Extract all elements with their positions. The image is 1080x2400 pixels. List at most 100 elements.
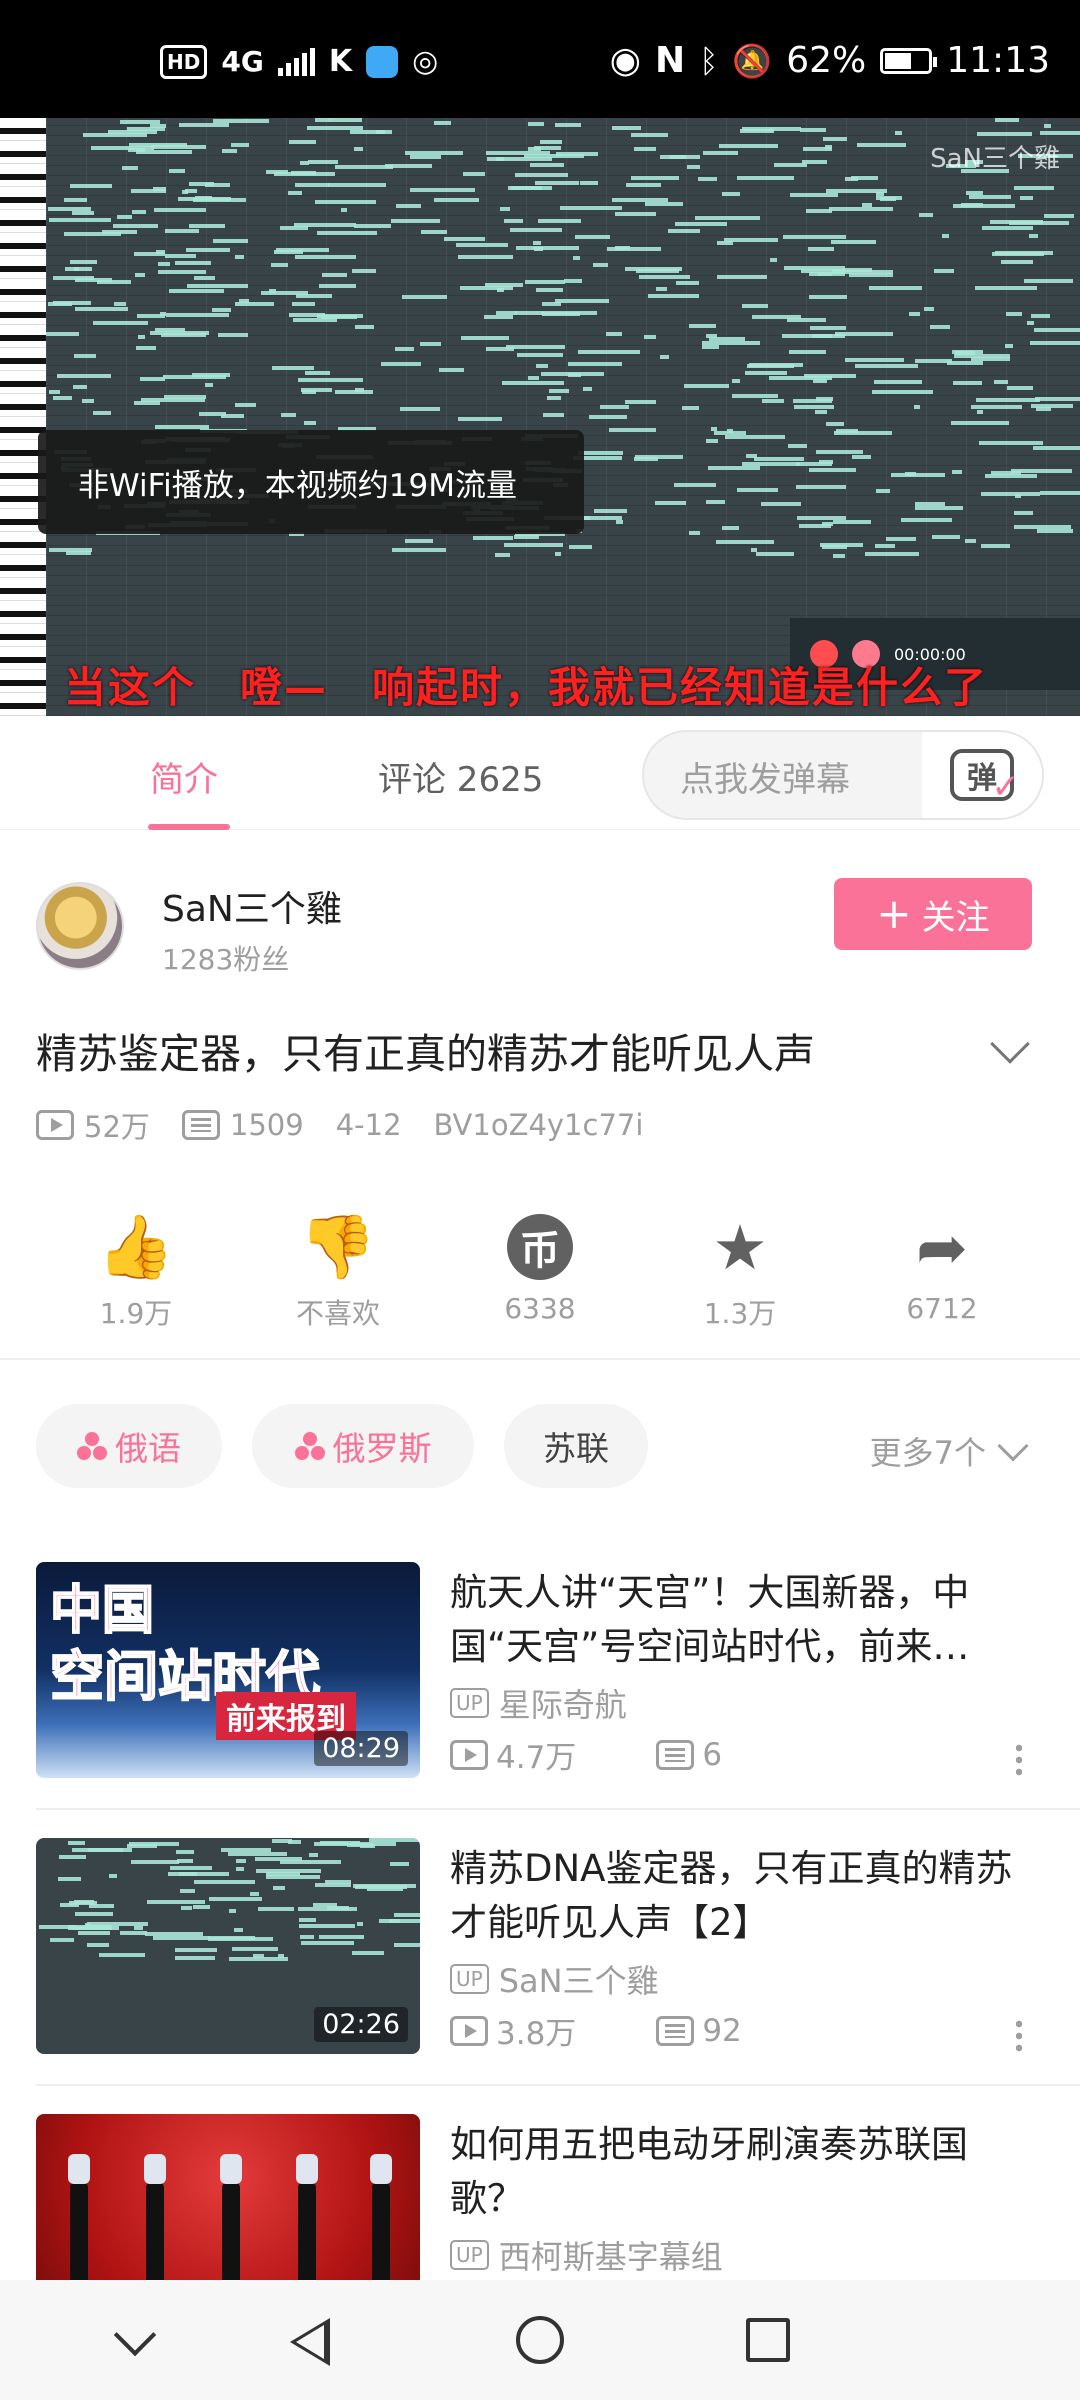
piano-roll-note	[794, 405, 834, 409]
piano-roll-note	[915, 359, 952, 363]
piano-roll-note	[547, 396, 561, 400]
back-icon[interactable]	[290, 2318, 330, 2366]
related-title[interactable]: 精苏DNA鉴定器，只有正真的精苏才能听见人声【2】	[450, 1842, 1040, 1950]
piano-roll-note	[199, 412, 226, 416]
piano-roll-note	[802, 160, 827, 164]
piano-roll-note	[132, 210, 146, 214]
piano-roll-note	[1035, 397, 1080, 401]
piano-roll-note	[231, 143, 249, 147]
danmaku-toggle-button[interactable]: 弹 ✓	[922, 732, 1042, 818]
piano-roll-note	[221, 1848, 271, 1852]
chevron-down-icon[interactable]	[990, 1024, 1030, 1064]
danmaku-send-box[interactable]: 点我发弹幕 弹 ✓	[642, 730, 1044, 820]
piano-roll-note	[49, 218, 111, 222]
uploader-name[interactable]: SaN三个雞	[162, 880, 342, 932]
piano-roll-note	[269, 289, 276, 293]
piano-roll-note	[59, 1855, 86, 1859]
nfc-icon: N	[655, 40, 686, 81]
piano-roll-note	[232, 1947, 278, 1951]
piano-roll-note	[706, 500, 725, 504]
piano-roll-note	[189, 224, 225, 228]
avatar[interactable]	[36, 882, 124, 970]
piano-roll-note	[460, 286, 513, 290]
piano-roll-note	[473, 536, 513, 540]
hide-keyboard-icon[interactable]	[113, 2313, 157, 2357]
piano-roll-note	[228, 1852, 287, 1856]
danmaku-input[interactable]: 点我发弹幕	[680, 752, 850, 801]
dislike-button[interactable]: 👎 不喜欢	[268, 1210, 408, 1332]
piano-roll-note	[329, 118, 362, 122]
thumbs-up-icon: 👍	[97, 1210, 175, 1283]
more-options-icon[interactable]	[1016, 2018, 1022, 2052]
piano-roll-note	[631, 176, 679, 180]
piano-roll-note	[819, 460, 833, 464]
piano-roll-note	[49, 390, 60, 394]
related-title[interactable]: 如何用五把电动牙刷演奏苏联国歌？	[450, 2118, 1040, 2226]
piano-roll-note	[239, 299, 249, 303]
piano-roll-note	[70, 260, 97, 264]
piano-roll-note	[560, 206, 622, 210]
piano-roll-note	[295, 255, 356, 259]
piano-roll-note	[533, 241, 541, 245]
piano-roll-note	[194, 1880, 255, 1884]
piano-roll-note	[1031, 404, 1073, 408]
piano-roll-note	[271, 263, 288, 267]
piano-roll-note	[396, 204, 421, 208]
video-player[interactable]: SaN三个雞 非WiFi播放，本视频约19M流量 00:00:00 当这个 噔—…	[0, 118, 1080, 716]
piano-roll-note	[684, 384, 729, 388]
tab-intro[interactable]: 简介	[150, 752, 218, 801]
piano-roll-note	[536, 364, 548, 368]
piano-roll-note	[790, 193, 838, 197]
piano-roll-note	[72, 211, 94, 215]
piano-roll-note	[381, 362, 421, 366]
piano-roll-note	[1029, 234, 1038, 238]
related-title[interactable]: 航天人讲“天宫”！大国新器，中国“天宫”号空间站时代，前来…	[450, 1566, 1040, 1674]
piano-roll-note	[234, 1928, 243, 1932]
tag-label: 俄语	[115, 1429, 181, 1468]
tag-item[interactable]: 俄罗斯	[252, 1404, 474, 1488]
piano-roll-note	[161, 333, 206, 337]
app-notification-icon-2	[366, 45, 399, 78]
piano-roll-note	[181, 1906, 192, 1910]
more-options-icon[interactable]	[1016, 1742, 1022, 1776]
list-item[interactable]: 02:26 精苏DNA鉴定器，只有正真的精苏才能听见人声【2】 UP SaN三个…	[0, 1838, 1080, 2114]
piano-roll-note	[528, 376, 539, 380]
home-icon[interactable]	[516, 2316, 564, 2364]
piano-roll-note	[625, 267, 682, 271]
piano-roll-note	[274, 172, 335, 176]
piano-roll-note	[606, 332, 622, 336]
piano-roll-note	[816, 450, 863, 454]
piano-roll-note	[515, 311, 543, 315]
recent-apps-icon[interactable]	[746, 2318, 790, 2362]
piano-roll-note	[99, 1953, 145, 1957]
tag-item[interactable]: 苏联	[504, 1404, 648, 1488]
favorite-button[interactable]: ★ 1.3万	[670, 1210, 810, 1332]
list-item[interactable]: 中国 空间站时代 前来报到 08:29 航天人讲“天宫”！大国新器，中国“天宫”…	[0, 1562, 1080, 1838]
piano-roll-note	[745, 371, 787, 375]
tag-item[interactable]: 俄语	[36, 1404, 222, 1488]
more-tags-button[interactable]: 更多7个	[870, 1428, 1029, 1474]
like-button[interactable]: 👍 1.9万	[66, 1210, 206, 1332]
piano-roll-note	[319, 284, 356, 288]
piano-roll-note	[810, 326, 846, 330]
location-icon: ◎	[412, 44, 439, 79]
piano-roll-note	[391, 219, 440, 223]
piano-roll-note	[109, 1874, 117, 1878]
tab-comments[interactable]: 评论 2625	[378, 752, 543, 801]
piano-roll-note	[82, 399, 94, 403]
share-button[interactable]: ➦ 6712	[872, 1210, 1012, 1326]
piano-roll-note	[516, 246, 579, 250]
video-thumbnail[interactable]: 中国 空间站时代 前来报到 08:29	[36, 1562, 420, 1778]
up-badge: UP	[450, 2240, 489, 2270]
piano-roll-note	[108, 130, 157, 134]
piano-roll-note	[185, 189, 197, 193]
piano-roll-note	[175, 1956, 215, 1960]
video-thumbnail[interactable]: 02:26	[36, 1838, 420, 2054]
piano-roll-note	[250, 1892, 259, 1896]
view-count: 52万	[84, 1110, 150, 1144]
piano-roll-note	[809, 295, 847, 299]
piano-roll-note	[1014, 186, 1054, 190]
coin-button[interactable]: 币 6338	[470, 1210, 610, 1325]
follow-button[interactable]: + 关注	[834, 878, 1032, 950]
piano-roll-note	[1011, 469, 1072, 473]
